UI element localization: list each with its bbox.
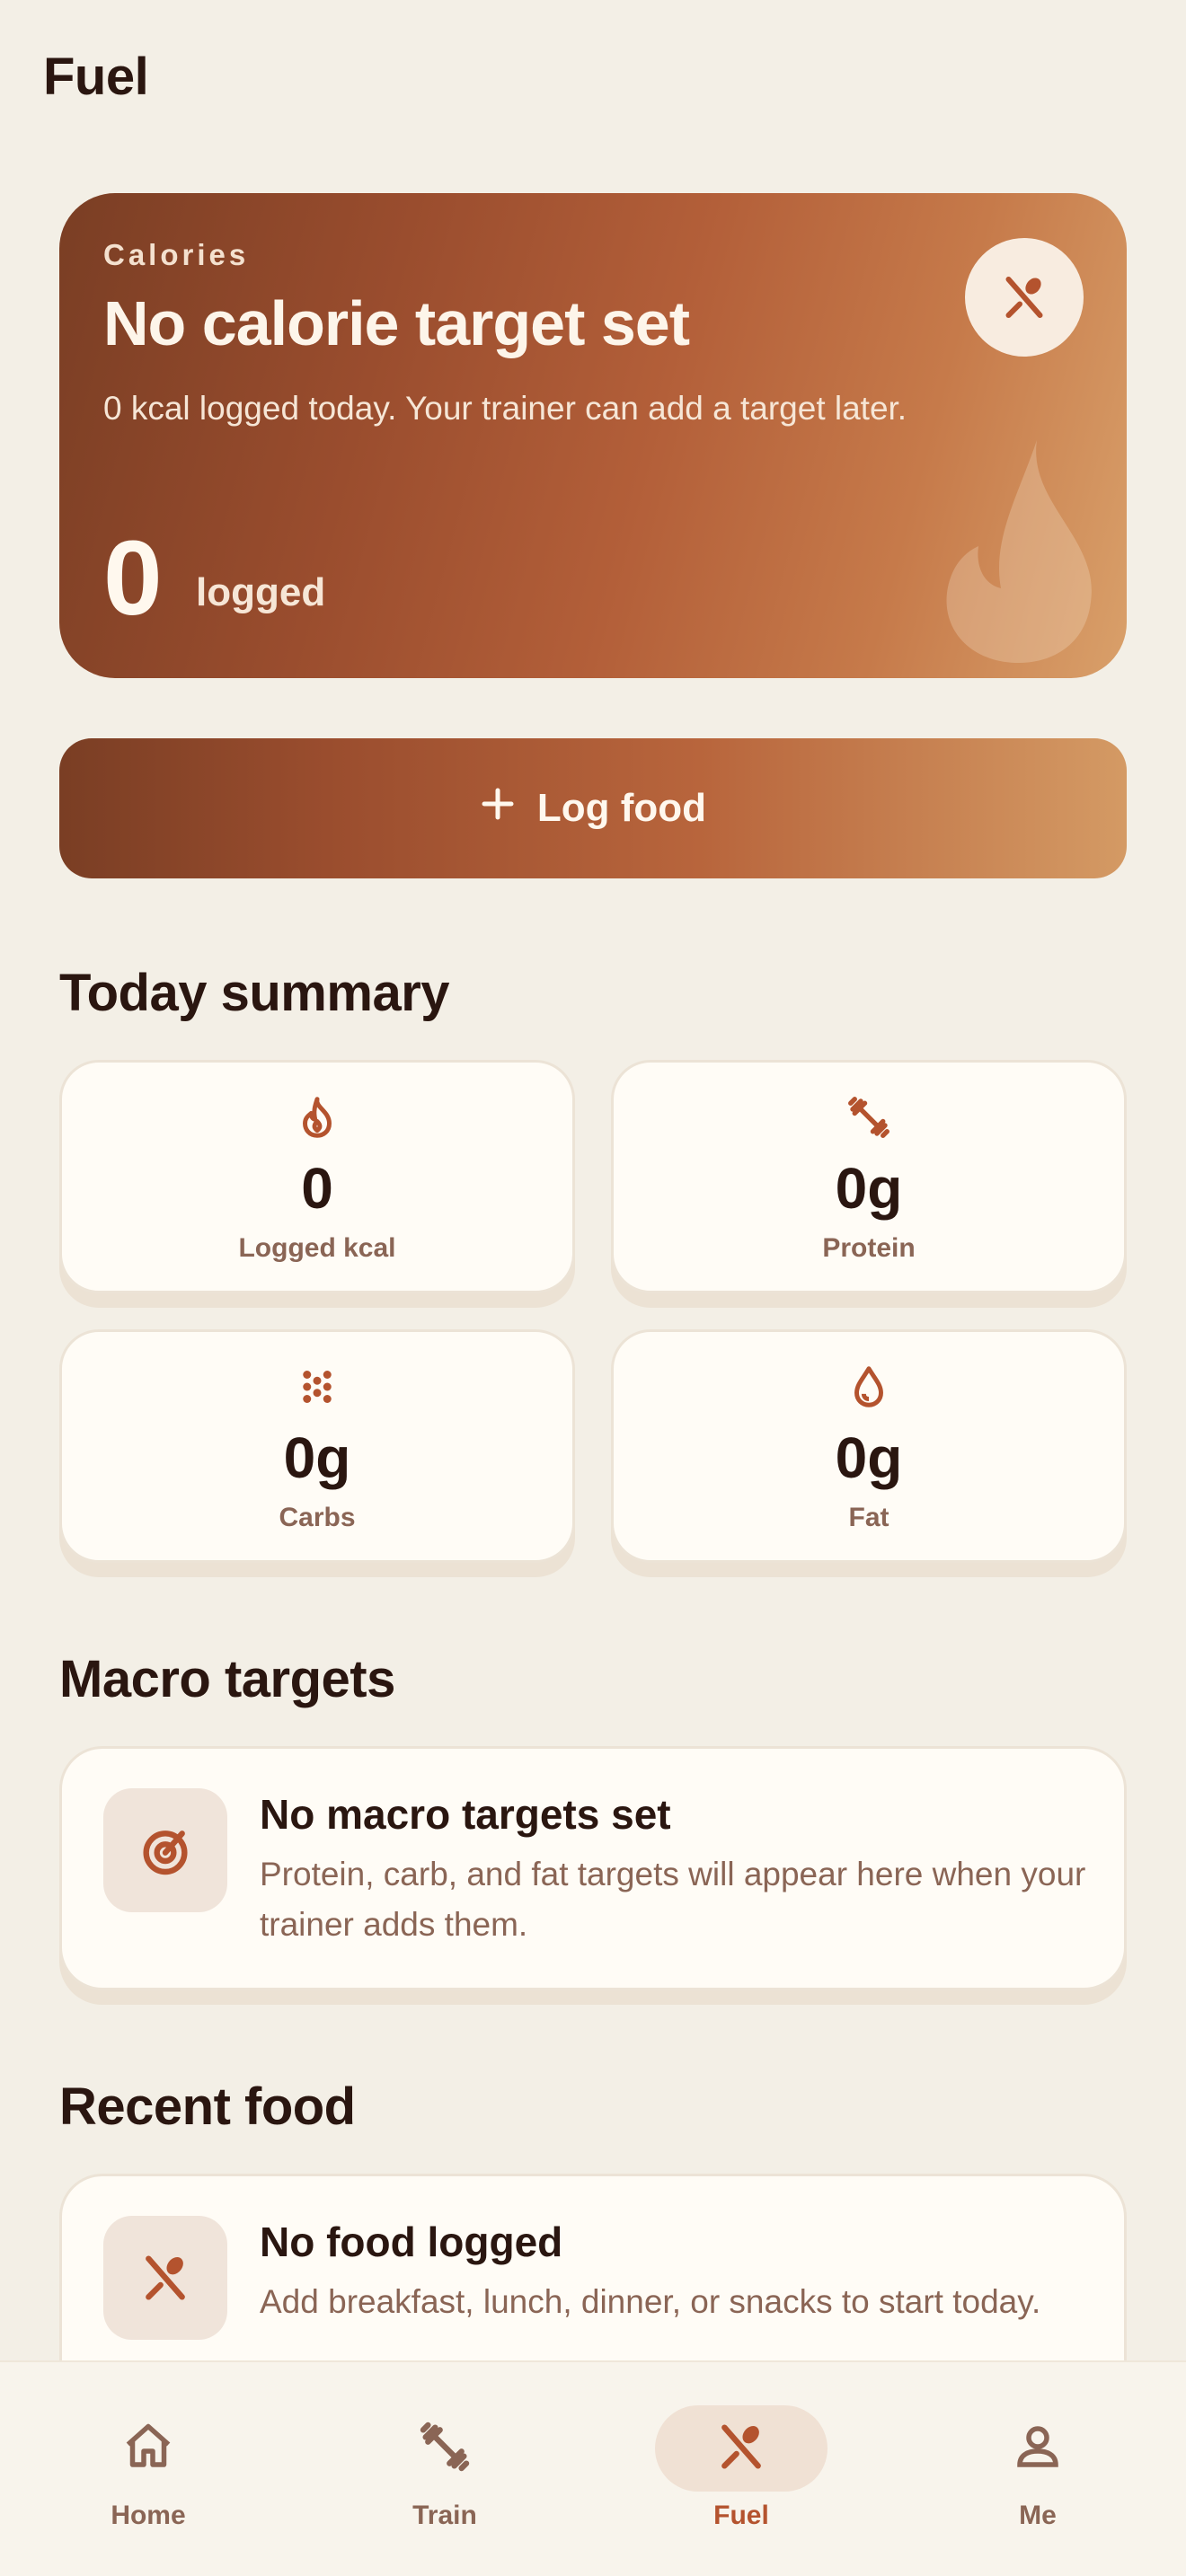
macro-empty-description: Protein, carb, and fat targets will appe… — [260, 1856, 1086, 1943]
stat-card-kcal: 0 Logged kcal — [59, 1060, 575, 1293]
today-summary-title: Today summary — [59, 964, 450, 1022]
log-food-button[interactable]: Log food — [59, 738, 1127, 878]
stat-card-carbs: 0g Carbs — [59, 1329, 575, 1563]
stat-card-fat: 0g Fat — [611, 1329, 1127, 1563]
dumbbell-icon — [845, 1093, 893, 1142]
grain-icon — [293, 1363, 341, 1411]
fork-spoon-icon — [712, 2418, 770, 2480]
page-title: Fuel — [43, 48, 149, 106]
fork-spoon-icon — [103, 2216, 227, 2340]
fork-spoon-icon — [965, 238, 1084, 357]
stat-value: 0g — [283, 1425, 351, 1490]
flame-icon — [938, 431, 1100, 669]
nav-label: Fuel — [713, 2501, 769, 2530]
log-food-label: Log food — [536, 786, 707, 830]
recent-empty-description: Add breakfast, lunch, dinner, or snacks … — [260, 2283, 1041, 2320]
droplet-icon — [845, 1363, 893, 1411]
calories-card: Calories No calorie target set 0 kcal lo… — [59, 193, 1127, 678]
calories-eyebrow: Calories — [103, 238, 250, 271]
nav-label: Me — [1019, 2501, 1057, 2530]
stat-label: Carbs — [279, 1503, 356, 1532]
calories-logged-label: logged — [196, 570, 326, 614]
stat-card-protein: 0g Protein — [611, 1060, 1127, 1293]
home-icon — [121, 2420, 175, 2478]
nav-item-train[interactable]: Train — [296, 2362, 593, 2576]
nav-label: Train — [412, 2501, 477, 2530]
stat-value: 0g — [835, 1425, 903, 1490]
target-icon — [103, 1788, 227, 1912]
recent-empty-title: No food logged — [260, 2219, 563, 2265]
stat-value: 0 — [301, 1156, 333, 1221]
nav-item-me[interactable]: Me — [890, 2362, 1186, 2576]
stat-label: Fat — [848, 1503, 890, 1532]
macro-targets-title: Macro targets — [59, 1650, 395, 1708]
calories-description: 0 kcal logged today. Your trainer can ad… — [103, 390, 907, 427]
calories-logged-value: 0 — [103, 519, 163, 638]
macro-empty-title: No macro targets set — [260, 1791, 671, 1838]
stat-label: Protein — [822, 1233, 916, 1263]
nav-label: Home — [111, 2501, 186, 2530]
bottom-nav: Home Train Fuel Me — [0, 2360, 1186, 2576]
nav-item-fuel[interactable]: Fuel — [593, 2362, 890, 2576]
calories-title: No calorie target set — [103, 288, 690, 358]
flame-icon — [293, 1093, 341, 1142]
stat-label: Logged kcal — [238, 1233, 396, 1263]
macro-targets-empty-card: No macro targets set Protein, carb, and … — [59, 1746, 1127, 1990]
plus-icon — [480, 786, 516, 832]
dumbbell-icon — [416, 2418, 474, 2480]
person-icon — [1011, 2420, 1065, 2478]
recent-food-title: Recent food — [59, 2078, 356, 2136]
nav-item-home[interactable]: Home — [0, 2362, 296, 2576]
stat-value: 0g — [835, 1156, 903, 1221]
